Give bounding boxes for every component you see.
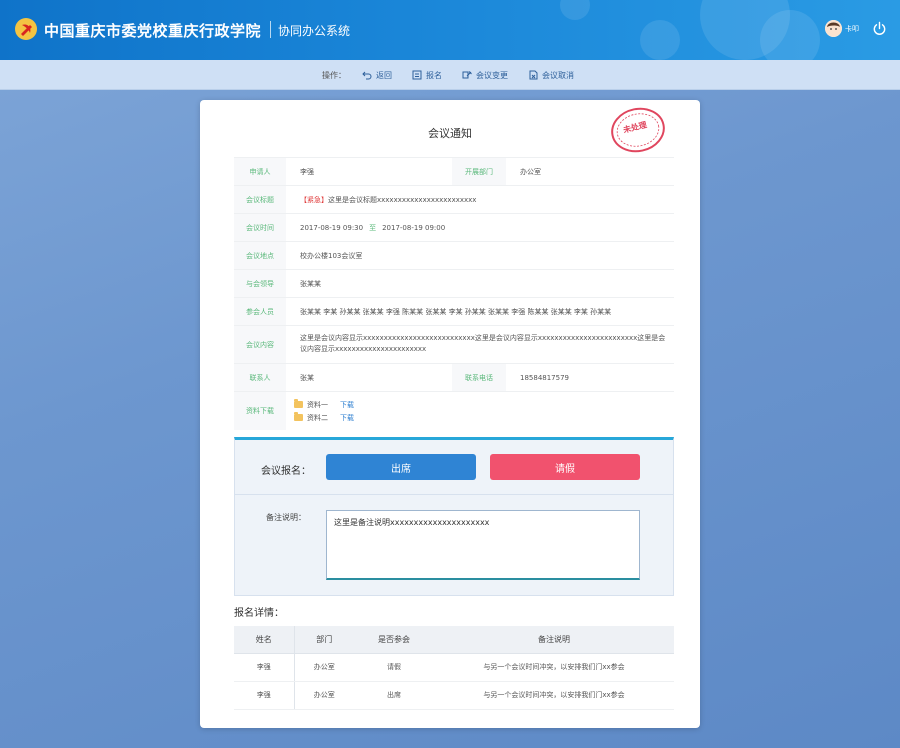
details-title: 报名详情： [234,608,284,619]
cell-name: 李强 [234,681,295,710]
header-decoration [640,20,680,60]
cell-status: 出席 [354,681,434,710]
phone-value: 18584817579 [520,373,569,382]
registration-details-table: 姓名 部门 是否参会 备注说明 李强 办公室 请假 与另一个会议时间冲突，以安排… [234,626,674,710]
time-value: 2017-08-19 09:30 至 2017-08-19 09:00 [286,223,445,233]
subject-text: 这里是会议标题xxxxxxxxxxxxxxxxxxxxxxxx [328,195,477,204]
remark-textarea[interactable]: 这里是备注说明xxxxxxxxxxxxxxxxxxxxx [326,510,640,580]
applicant-label: 申请人 [234,158,286,185]
download-link[interactable]: 下载 [340,400,354,410]
remark-label: 备注说明： [266,513,306,522]
user-avatar[interactable] [825,20,842,37]
register-button-label: 报名 [426,70,442,80]
column-header: 是否参会 [354,626,434,654]
file-item: 资料一 下载 [294,398,354,411]
time-label: 会议时间 [234,214,286,241]
column-header: 部门 [294,626,354,654]
attendees-value: 张某某 李某 孙某某 张某某 李强 陈某某 张某某 李某 孙某某 张某某 李强 … [300,307,612,316]
attendees-label: 参会人员 [234,298,286,325]
subject-value: 【紧急】这里是会议标题xxxxxxxxxxxxxxxxxxxxxxxx [286,195,476,205]
change-meeting-label: 会议变更 [476,70,508,80]
place-row: 会议地点 校办公楼103会议室 [234,242,674,270]
contact-row: 联系人 张某 联系电话 18584817579 [234,364,674,392]
leave-button[interactable]: 请假 [490,454,640,480]
header-decoration [760,10,820,60]
dept-label: 开展部门 [452,158,506,185]
register-form-icon [412,70,422,80]
time-end: 2017-08-19 09:00 [382,223,446,232]
contact-label: 联系人 [234,364,286,391]
cell-status: 请假 [354,653,434,682]
time-start: 2017-08-19 09:30 [300,223,364,232]
host-label: 与会领导 [234,270,286,297]
host-value: 张某某 [300,279,321,288]
cell-name: 李强 [234,653,295,682]
files-row: 资料下载 资料一 下载 资料二 下载 [234,392,674,430]
cancel-document-icon [529,70,538,80]
files-label: 资料下载 [234,392,286,430]
host-row: 与会领导 张某某 [234,270,674,298]
header-decoration [560,0,590,20]
party-emblem-icon [15,18,37,40]
toolbar-label: 操作： [322,71,346,80]
back-button[interactable]: 返回 [362,69,392,81]
column-header: 姓名 [234,626,295,654]
attend-button[interactable]: 出席 [326,454,476,480]
place-label: 会议地点 [234,242,286,269]
user-name[interactable]: 卡叩 [845,24,859,34]
dept-value: 办公室 [520,167,541,176]
applicant-value: 李强 [300,167,314,176]
cancel-meeting-button[interactable]: 会议取消 [528,69,574,81]
subject-label: 会议标题 [234,186,286,213]
avatar-face-icon [825,20,842,37]
back-button-label: 返回 [376,70,392,80]
organization-title: 中国重庆市委党校重庆行政学院 [44,22,262,40]
system-title: 协同办公系统 [278,24,351,38]
content-label: 会议内容 [234,326,286,363]
register-button[interactable]: 报名 [412,69,442,81]
table-row: 李强 办公室 请假 与另一个会议时间冲突，以安排我们门xx参会 [234,653,674,682]
meeting-notice-card: 会议通知 未处理 申请人 李强 开展部门 办公室 会议标题 【紧急】这里是会议标… [200,100,700,728]
contact-value: 张某 [300,373,314,382]
file-item: 资料二 下载 [294,411,354,424]
cell-dept: 办公室 [294,681,354,710]
attendees-row: 参会人员 张某某 李某 孙某某 张某某 李强 陈某某 张某某 李某 孙某某 张某… [234,298,674,326]
change-meeting-button[interactable]: 会议变更 [462,69,508,81]
action-toolbar: 操作： 返回 报名 会议变更 会议取消 [0,60,900,90]
registration-label: 会议报名： [261,466,311,477]
back-arrow-icon [362,71,372,80]
file-name: 资料二 [307,413,328,422]
column-header: 备注说明 [434,626,674,654]
urgent-tag: 【紧急】 [300,195,328,204]
content-row: 会议内容 这里是会议内容显示xxxxxxxxxxxxxxxxxxxxxxxxxx… [234,326,674,364]
title-divider [270,21,271,38]
files-list: 资料一 下载 资料二 下载 [286,398,354,424]
cell-remark: 与另一个会议时间冲突，以安排我们门xx参会 [434,653,674,682]
edit-meeting-icon [462,71,472,79]
app-header: 中国重庆市委党校重庆行政学院 协同办公系统 卡叩 [0,0,900,60]
logout-power-icon[interactable] [872,21,887,36]
phone-label: 联系电话 [452,364,506,391]
cancel-meeting-label: 会议取消 [542,70,574,80]
subject-row: 会议标题 【紧急】这里是会议标题xxxxxxxxxxxxxxxxxxxxxxxx [234,186,674,214]
applicant-row: 申请人 李强 开展部门 办公室 [234,158,674,186]
time-to: 至 [369,223,377,232]
folder-icon [294,399,303,408]
meeting-info-table: 申请人 李强 开展部门 办公室 会议标题 【紧急】这里是会议标题xxxxxxxx… [234,157,674,430]
file-name: 资料一 [307,400,328,409]
cell-remark: 与另一个会议时间冲突，以安排我们门xx参会 [434,681,674,710]
table-row: 李强 办公室 出席 与另一个会议时间冲突，以安排我们门xx参会 [234,681,674,710]
content-value: 这里是会议内容显示xxxxxxxxxxxxxxxxxxxxxxxxxxx这里是会… [300,333,666,353]
cell-dept: 办公室 [294,653,354,682]
registration-panel: 会议报名： 出席 请假 备注说明： 这里是备注说明xxxxxxxxxxxxxxx… [234,437,674,596]
download-link[interactable]: 下载 [340,413,354,423]
time-row: 会议时间 2017-08-19 09:30 至 2017-08-19 09:00 [234,214,674,242]
table-header-row: 姓名 部门 是否参会 备注说明 [234,626,674,654]
place-value: 校办公楼103会议室 [300,251,363,260]
panel-divider [235,494,673,495]
folder-icon [294,412,303,421]
